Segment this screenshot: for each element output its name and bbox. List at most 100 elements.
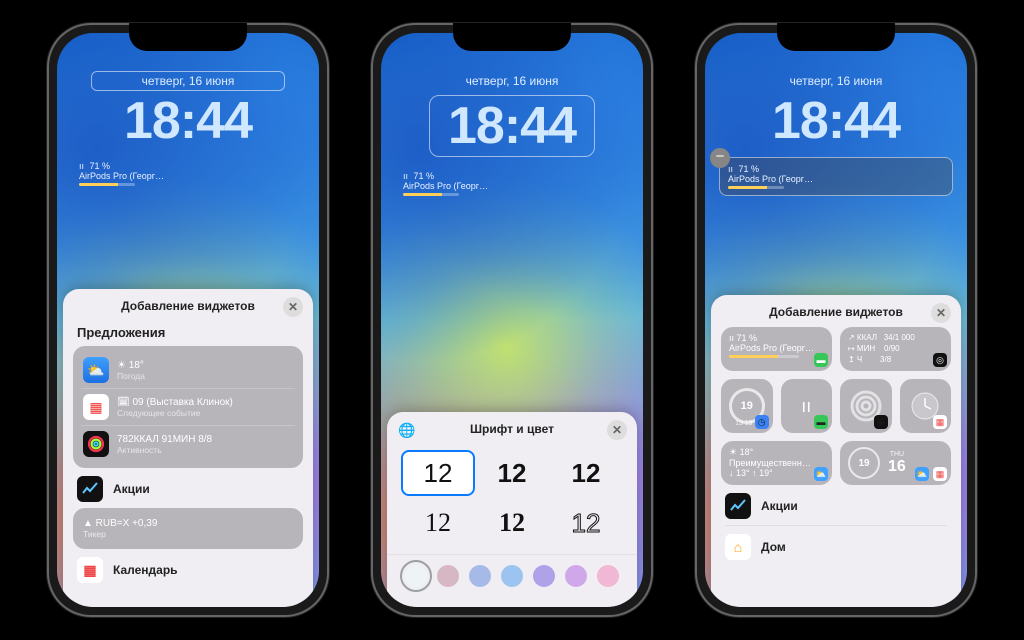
circle-widget: 19 (848, 447, 880, 479)
battery-app-badge-icon: ▬ (814, 415, 828, 429)
app-stocks[interactable]: Акции (711, 485, 961, 525)
panel-header: 🌐 Шрифт и цвет ✕ (387, 412, 637, 444)
battery-bar (728, 186, 784, 189)
lockscreen-widget-airpods[interactable]: ıı 71 % AirPods Pro (Георг… (395, 167, 629, 200)
color-swatch-1[interactable] (405, 565, 427, 587)
font-option-6[interactable]: 12 (549, 500, 623, 546)
lockscreen-widget-airpods[interactable]: ıı 71 % AirPods Pro (Георг… (71, 157, 305, 190)
lockscreen-date[interactable]: четверг, 16 июня (91, 71, 286, 91)
battery-pct: 71 % (90, 161, 111, 171)
phone-3: четверг, 16 июня 18:44 − ıı 71 % AirPods… (695, 23, 977, 617)
font-option-2[interactable]: 12 (475, 450, 549, 496)
calendar-app-icon: ▦ (77, 557, 103, 583)
weather-app-badge-icon: ⛅ (814, 467, 828, 481)
panel-title: Добавление виджетов (769, 305, 903, 319)
font-option-4[interactable]: 12 (401, 500, 475, 546)
color-row (387, 554, 637, 595)
phone-1: четверг, 16 июня 18:44 ıı 71 % AirPods P… (47, 23, 329, 617)
calendar-icon: ▦ (83, 394, 109, 420)
lockscreen-date[interactable]: четверг, 16 июня (719, 71, 953, 91)
font-option-5[interactable]: 12 (475, 500, 549, 546)
sky: Преимущественн… (729, 458, 811, 468)
battery-pct: 71 % (739, 164, 760, 174)
remove-widget-button[interactable]: − (710, 148, 730, 168)
airpods-icon: ıı (403, 171, 408, 181)
app-stocks-label: Акции (761, 499, 798, 513)
lockscreen-time[interactable]: 18:44 (71, 95, 305, 147)
app-stocks[interactable]: Акции (63, 468, 313, 508)
weather-icon: ⛅ (83, 357, 109, 383)
notch (129, 23, 247, 51)
widget-tile-clock[interactable]: ▦ (900, 379, 952, 433)
lockscreen-time[interactable]: 18:44 (719, 95, 953, 147)
color-swatch-6[interactable] (565, 565, 587, 587)
widget-tile-cal-ring[interactable]: 19 13 19 1 ◷ (721, 379, 773, 433)
color-swatch-7[interactable] (597, 565, 619, 587)
ticker-card[interactable]: ▲ RUB=X +0,39 Тикер (73, 508, 303, 549)
battery-bar (79, 183, 135, 186)
app-stocks-label: Акции (113, 482, 150, 496)
font-option-3[interactable]: 12 (549, 450, 623, 496)
color-swatch-5[interactable] (533, 565, 555, 587)
panel-header: Добавление виджетов ✕ (711, 295, 961, 327)
lockscreen-time-selected[interactable]: 18:44 (429, 95, 595, 157)
lockscreen-header: четверг, 16 июня 18:44 ıı 71 % AirPods P… (381, 71, 643, 200)
lockscreen-header: четверг, 16 июня 18:44 − ıı 71 % AirPods… (705, 71, 967, 196)
lockscreen-date[interactable]: четверг, 16 июня (395, 71, 629, 91)
suggestions-card: ⛅ ☀︎ 18° Погода ▦ 🗓 09 (Выставка Клинок)… (73, 346, 303, 468)
lockscreen-header: четверг, 16 июня 18:44 ıı 71 % AirPods P… (57, 71, 319, 190)
thu-label: THU (888, 451, 906, 458)
panel-title: Добавление виджетов (121, 299, 255, 313)
globe-button[interactable]: 🌐 (397, 420, 417, 440)
airpods-pct: 71 % (737, 333, 758, 343)
weather-line1: ☀︎ 18° (117, 360, 145, 371)
kcal-val: 34/1 000 (884, 333, 915, 342)
ticker-line2: Тикер (83, 529, 293, 539)
widget-add-panel: Добавление виджетов ✕ ıı 71 % AirPods Pr… (711, 295, 961, 607)
widget-tile-weather[interactable]: ☀︎ 18° Преимущественн… ↓ 13° ↑ 19° ⛅ (721, 441, 832, 485)
widget-tile-airpods-sq[interactable]: ıı ▬ (781, 379, 833, 433)
widget-grid-row1: ıı 71 % AirPods Pro (Георг… ▬ ↗ ККАЛ 34/… (711, 327, 961, 371)
color-swatch-2[interactable] (437, 565, 459, 587)
suggestion-calendar[interactable]: ▦ 🗓 09 (Выставка Клинок) Следующее событ… (81, 388, 295, 425)
close-button[interactable]: ✕ (283, 297, 303, 317)
suggestion-weather[interactable]: ⛅ ☀︎ 18° Погода (81, 352, 295, 388)
weather-app-badge-icon: ⛅ (915, 467, 929, 481)
airpods-name: AirPods Pro (Георг… (729, 343, 814, 353)
widget-tile-airpods[interactable]: ıı 71 % AirPods Pro (Георг… ▬ (721, 327, 832, 371)
battery-bar (729, 355, 799, 358)
font-option-1[interactable]: 12 (401, 450, 475, 496)
lockscreen-widget-slot[interactable]: − ıı 71 % AirPods Pro (Георг… (719, 157, 953, 196)
h-val: 3/8 (880, 355, 891, 364)
ticker-line1: ▲ RUB=X +0,39 (83, 518, 293, 529)
app-calendar[interactable]: ▦ Календарь (63, 549, 313, 589)
close-button[interactable]: ✕ (931, 303, 951, 323)
notch (777, 23, 895, 51)
battery-pct: 71 % (414, 171, 435, 181)
notch (453, 23, 571, 51)
app-home-label: Дом (761, 540, 786, 554)
activity-app-badge-icon: ◎ (933, 353, 947, 367)
h-label: ↥ Ч (848, 355, 862, 364)
close-button[interactable]: ✕ (607, 420, 627, 440)
widget-tile-activity-stats[interactable]: ↗ ККАЛ 34/1 000 ↦ МИН 0/90 ↥ Ч 3/8 ◎ (840, 327, 951, 371)
widget-tile-activity-rings[interactable]: ◎ (840, 379, 892, 433)
airpods-name: AirPods Pro (Георг… (79, 171, 164, 181)
thu-num: 16 (888, 458, 906, 476)
widget-tile-weather-cal[interactable]: 19 THU 16 ⛅ ▦ (840, 441, 951, 485)
activity-app-badge-icon: ◎ (874, 415, 888, 429)
app-calendar-label: Календарь (113, 563, 178, 577)
suggestion-activity[interactable]: 782ККАЛ 91МИН 8/8 Активность (81, 425, 295, 462)
color-swatch-4[interactable] (501, 565, 523, 587)
stocks-icon (77, 476, 103, 502)
font-color-panel: 🌐 Шрифт и цвет ✕ 12 12 12 12 12 12 (387, 412, 637, 607)
app-home[interactable]: ⌂ Дом (711, 526, 961, 566)
color-swatch-3[interactable] (469, 565, 491, 587)
kcal-label: ↗ ККАЛ (848, 333, 877, 342)
airpods-name: AirPods Pro (Георг… (728, 174, 813, 184)
widget-add-panel: Добавление виджетов ✕ Предложения ⛅ ☀︎ 1… (63, 289, 313, 607)
screen: четверг, 16 июня 18:44 ıı 71 % AirPods P… (381, 33, 643, 607)
screen: четверг, 16 июня 18:44 ıı 71 % AirPods P… (57, 33, 319, 607)
calendar-app-badge-icon: ▦ (933, 415, 947, 429)
sun-icon: ☀︎ (729, 447, 740, 457)
